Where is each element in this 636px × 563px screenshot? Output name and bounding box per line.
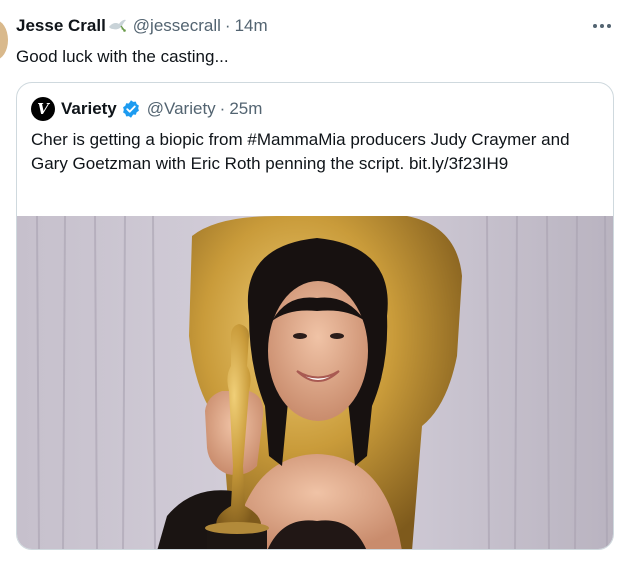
quoted-tweet[interactable]: V Variety @Variety · 25m Cher is getting… <box>16 82 614 550</box>
author-handle[interactable]: @jessecrall <box>133 16 221 36</box>
dove-of-peace-icon <box>108 19 126 32</box>
separator-dot: · <box>219 99 226 118</box>
tweet-header: Jesse Crall @jessecrall · 14m <box>16 14 268 38</box>
timestamp[interactable]: 14m <box>235 16 268 36</box>
more-options-button[interactable] <box>590 16 614 36</box>
variety-logo-icon[interactable]: V <box>31 97 55 121</box>
avatar[interactable] <box>0 20 8 60</box>
quoted-tweet-text: Cher is getting a biopic from #MammaMia … <box>31 128 601 176</box>
verified-badge-icon <box>122 100 139 118</box>
more-horizontal-icon <box>593 24 597 28</box>
more-dot <box>607 24 611 28</box>
tweet-text: Good luck with the casting... <box>16 47 229 66</box>
quoted-author-handle[interactable]: @Variety <box>147 99 216 119</box>
quoted-tweet-photo[interactable] <box>17 216 614 550</box>
quoted-tweet-header: V Variety @Variety · 25m <box>31 97 262 121</box>
more-dot <box>600 24 604 28</box>
quoted-author-name[interactable]: Variety <box>61 99 117 119</box>
separator-dot: · <box>224 16 231 35</box>
quoted-timestamp[interactable]: 25m <box>229 99 262 119</box>
author-name[interactable]: Jesse Crall <box>16 16 106 36</box>
quoted-tweet-link[interactable]: bit.ly/3f23IH9 <box>409 154 508 173</box>
